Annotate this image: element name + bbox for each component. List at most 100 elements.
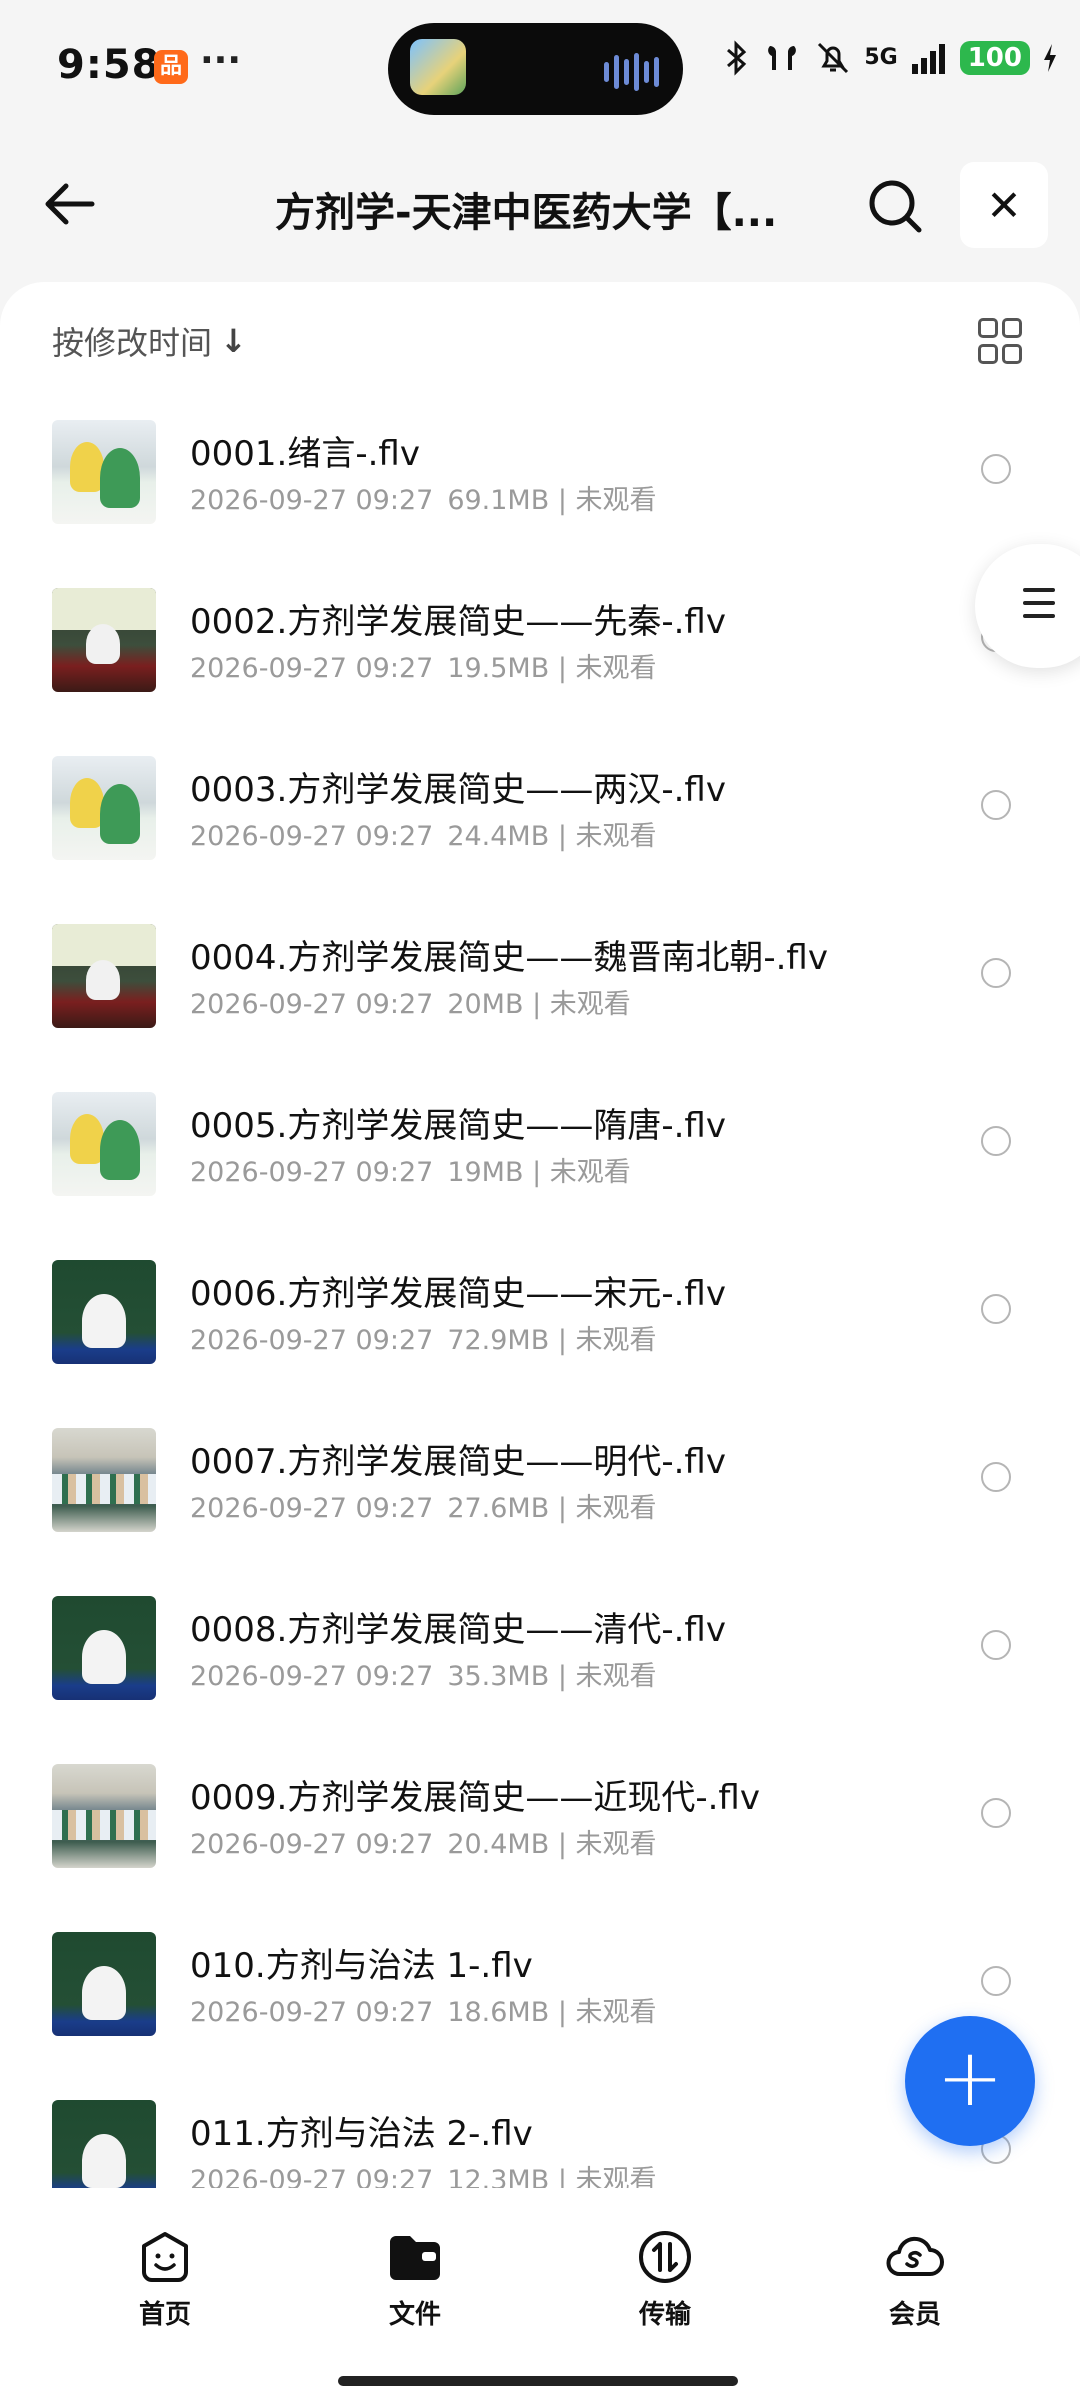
file-meta: 2026-09-27 09:27 19MB | 未观看 bbox=[190, 1150, 631, 1189]
meta-separator: | bbox=[549, 1661, 576, 1692]
file-row[interactable]: 0008.方剂学发展简史——清代-.flv 2026-09-27 09:27 35.… bbox=[0, 1592, 1080, 1760]
dynamic-island[interactable] bbox=[388, 23, 683, 115]
file-date: 2026-09-27 09:27 bbox=[190, 1997, 434, 2028]
thumbnail-figure bbox=[86, 624, 120, 664]
watch-status: 未观看 bbox=[575, 485, 657, 516]
earbuds-icon bbox=[768, 46, 797, 70]
select-radio[interactable] bbox=[981, 790, 1011, 820]
meta-separator: | bbox=[549, 653, 576, 684]
close-button[interactable]: ✕ bbox=[960, 162, 1048, 248]
watch-status: 未观看 bbox=[575, 1997, 657, 2028]
transfer-icon bbox=[639, 2231, 691, 2283]
bottom-navigation: 首页 文件 传输 会员 bbox=[0, 2188, 1080, 2400]
select-radio[interactable] bbox=[981, 1294, 1011, 1324]
thumbnail-figure bbox=[86, 960, 120, 1000]
file-size: 20.4MB bbox=[447, 1829, 550, 1860]
video-thumbnail bbox=[52, 1764, 156, 1868]
file-row[interactable]: 0005.方剂学发展简史——隋唐-.flv 2026-09-27 09:27 19M… bbox=[0, 1088, 1080, 1256]
file-size: 69.1MB bbox=[447, 485, 550, 516]
nav-transfer-label: 传输 bbox=[638, 2300, 691, 2330]
file-size: 35.3MB bbox=[447, 1661, 550, 1692]
signal-icon bbox=[911, 44, 945, 74]
select-radio[interactable] bbox=[981, 1462, 1011, 1492]
meta-separator: | bbox=[549, 821, 576, 852]
select-radio[interactable] bbox=[981, 1966, 1011, 1996]
file-meta: 2026-09-27 09:27 24.4MB | 未观看 bbox=[190, 814, 657, 853]
file-row[interactable]: 0004.方剂学发展简史——魏晋南北朝-.flv 2026-09-27 09:27… bbox=[0, 920, 1080, 1088]
menu-lines-icon bbox=[1023, 588, 1055, 627]
nav-membership-label: 会员 bbox=[888, 2300, 941, 2330]
meta-separator: | bbox=[523, 989, 550, 1020]
file-name: 010.方剂与治法 1-.flv bbox=[190, 1946, 533, 1986]
thumbnail-figure bbox=[52, 1474, 156, 1504]
file-row[interactable]: 0002.方剂学发展简史——先秦-.flv 2026-09-27 09:27 19.… bbox=[0, 584, 1080, 752]
watch-status: 未观看 bbox=[575, 1829, 657, 1860]
thumbnail-figure bbox=[100, 784, 140, 844]
nav-files[interactable]: 文件 bbox=[355, 2228, 475, 2331]
file-row[interactable]: 0007.方剂学发展简史——明代-.flv 2026-09-27 09:27 27.… bbox=[0, 1424, 1080, 1592]
file-date: 2026-09-27 09:27 bbox=[190, 989, 434, 1020]
file-name: 0008.方剂学发展简史——清代-.flv bbox=[190, 1610, 726, 1650]
file-date: 2026-09-27 09:27 bbox=[190, 1661, 434, 1692]
select-radio[interactable] bbox=[981, 1798, 1011, 1828]
file-row[interactable]: 0009.方剂学发展简史——近现代-.flv 2026-09-27 09:27 20… bbox=[0, 1760, 1080, 1928]
file-meta: 2026-09-27 09:27 35.3MB | 未观看 bbox=[190, 1654, 657, 1693]
file-size: 27.6MB bbox=[447, 1493, 550, 1524]
mute-icon bbox=[818, 42, 849, 74]
meta-separator: | bbox=[549, 1493, 576, 1524]
file-name: 0007.方剂学发展简史——明代-.flv bbox=[190, 1442, 726, 1482]
file-name: 0004.方剂学发展简史——魏晋南北朝-.flv bbox=[190, 938, 828, 978]
select-radio[interactable] bbox=[981, 454, 1011, 484]
nav-transfer[interactable]: 传输 bbox=[605, 2228, 725, 2331]
meta-separator: | bbox=[549, 1829, 576, 1860]
file-meta: 2026-09-27 09:27 20.4MB | 未观看 bbox=[190, 1822, 657, 1861]
grid-view-icon[interactable] bbox=[978, 318, 1022, 364]
page-title: 方剂学-天津中医药大学【... bbox=[275, 190, 778, 236]
thumbnail-figure bbox=[82, 2134, 126, 2188]
file-row[interactable]: 0003.方剂学发展简史——两汉-.flv 2026-09-27 09:27 24.… bbox=[0, 752, 1080, 920]
select-radio[interactable] bbox=[981, 958, 1011, 988]
sort-label: 按修改时间 bbox=[52, 324, 213, 362]
file-size: 24.4MB bbox=[447, 821, 550, 852]
search-icon[interactable] bbox=[865, 176, 925, 236]
thumbnail-figure bbox=[100, 448, 140, 508]
media-thumbnail-icon bbox=[410, 39, 466, 95]
file-name: 0009.方剂学发展简史——近现代-.flv bbox=[190, 1778, 760, 1818]
file-date: 2026-09-27 09:27 bbox=[190, 1157, 434, 1188]
video-thumbnail bbox=[52, 1596, 156, 1700]
sort-arrow-icon: ↓ bbox=[220, 322, 247, 360]
smile-face-icon bbox=[142, 2232, 188, 2282]
nav-files-label: 文件 bbox=[388, 2300, 441, 2330]
sort-selector[interactable]: 按修改时间 ↓ bbox=[52, 318, 247, 364]
battery-level: 100 bbox=[959, 41, 1030, 75]
audio-wave-icon bbox=[604, 53, 659, 91]
thumbnail-figure bbox=[70, 1114, 104, 1164]
meta-separator: | bbox=[549, 485, 576, 516]
file-size: 19.5MB bbox=[447, 653, 550, 684]
thumbnail-figure bbox=[82, 1966, 126, 2020]
file-name: 011.方剂与治法 2-.flv bbox=[190, 2114, 533, 2154]
watch-status: 未观看 bbox=[575, 821, 657, 852]
nav-home[interactable]: 首页 bbox=[105, 2228, 225, 2331]
file-size: 19MB bbox=[447, 1157, 524, 1188]
add-button[interactable]: + bbox=[905, 2016, 1035, 2146]
thumbnail-figure bbox=[100, 1120, 140, 1180]
file-meta: 2026-09-27 09:27 72.9MB | 未观看 bbox=[190, 1318, 657, 1357]
more-notifications-icon: ··· bbox=[200, 40, 242, 81]
home-indicator[interactable] bbox=[338, 2376, 738, 2386]
file-meta: 2026-09-27 09:27 27.6MB | 未观看 bbox=[190, 1486, 657, 1525]
app-notification-icon: 品 bbox=[154, 50, 188, 84]
file-row[interactable]: 0006.方剂学发展简史——宋元-.flv 2026-09-27 09:27 72.… bbox=[0, 1256, 1080, 1424]
nav-membership[interactable]: 会员 bbox=[855, 2228, 975, 2331]
thumbnail-figure bbox=[82, 1630, 126, 1684]
file-meta: 2026-09-27 09:27 20MB | 未观看 bbox=[190, 982, 631, 1021]
file-row[interactable]: 0001.绪言-.flv 2026-09-27 09:27 69.1MB | 未观看 bbox=[0, 416, 1080, 584]
file-meta: 2026-09-27 09:27 69.1MB | 未观看 bbox=[190, 478, 657, 517]
back-arrow-icon[interactable] bbox=[38, 172, 102, 236]
bluetooth-icon bbox=[727, 40, 747, 76]
cloud-s-icon bbox=[886, 2236, 944, 2276]
file-name: 0001.绪言-.flv bbox=[190, 434, 420, 474]
video-thumbnail bbox=[52, 1428, 156, 1532]
select-radio[interactable] bbox=[981, 1630, 1011, 1660]
select-radio[interactable] bbox=[981, 1126, 1011, 1156]
